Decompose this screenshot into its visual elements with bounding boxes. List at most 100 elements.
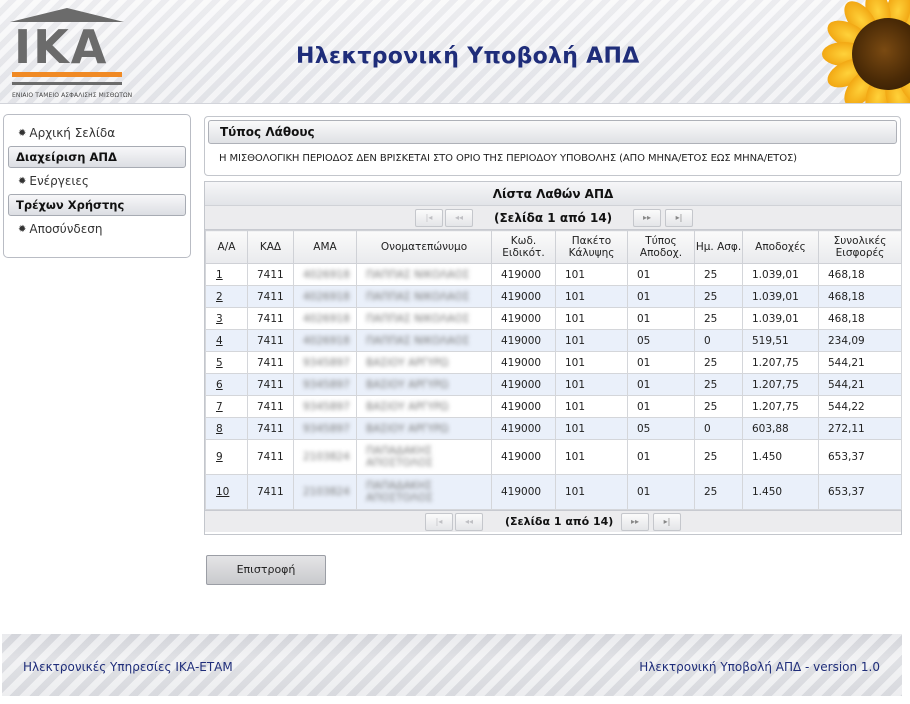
cell-value: 603,88 bbox=[752, 422, 789, 435]
logo-gray-bar bbox=[12, 82, 122, 85]
cell-kad: 7411 bbox=[247, 263, 294, 286]
row-number-cell: 10 bbox=[205, 474, 248, 510]
cell-value: ΒΑΣΙΟΥ ΑΡΓΥΡΩ bbox=[366, 378, 449, 391]
cell-value: 653,37 bbox=[828, 486, 865, 498]
cell-apodoxes: 1.207,75 bbox=[742, 373, 819, 396]
cell-value: ΒΑΣΙΟΥ ΑΡΓΥΡΩ bbox=[366, 400, 449, 413]
cell-eisfores: 544,21 bbox=[818, 373, 902, 396]
cell-value: 1.039,01 bbox=[752, 312, 799, 325]
cell-hm: 0 bbox=[694, 417, 743, 440]
row-detail-link[interactable]: 1 bbox=[216, 269, 223, 281]
cell-value: 7411 bbox=[257, 422, 284, 435]
cell-eisfores: 544,21 bbox=[818, 351, 902, 374]
row-detail-link[interactable]: 4 bbox=[216, 335, 223, 347]
cell-kad: 7411 bbox=[247, 439, 294, 475]
last-page-icon[interactable]: ▸| bbox=[665, 209, 693, 227]
cell-value: 419000 bbox=[501, 400, 542, 413]
sidebar-group-current-user: Τρέχων Χρήστης bbox=[8, 194, 186, 216]
cell-hm: 25 bbox=[694, 307, 743, 330]
cell-paketo: 101 bbox=[555, 285, 628, 308]
cell-eid: 419000 bbox=[491, 395, 556, 418]
cell-value: 101 bbox=[565, 268, 586, 281]
row-detail-link[interactable]: 10 bbox=[216, 486, 229, 498]
cell-value: 544,21 bbox=[828, 378, 865, 391]
cell-eid: 419000 bbox=[491, 373, 556, 396]
row-number-cell: 8 bbox=[205, 417, 248, 440]
sidebar-item-home[interactable]: ✹ Αρχική Σελίδα bbox=[8, 121, 186, 145]
sidebar-item-label: Αρχική Σελίδα bbox=[29, 126, 116, 140]
cell-value: 468,18 bbox=[828, 268, 865, 281]
row-detail-link[interactable]: 3 bbox=[216, 313, 223, 325]
cell-name: ΒΑΣΙΟΥ ΑΡΓΥΡΩ bbox=[356, 373, 492, 396]
cell-value: 653,37 bbox=[828, 451, 865, 463]
cell-value: 419000 bbox=[501, 290, 542, 303]
cell-value: 9345897 bbox=[303, 422, 350, 435]
cell-hm: 0 bbox=[694, 329, 743, 352]
cell-value: 101 bbox=[565, 422, 586, 435]
first-page-icon[interactable]: |◂ bbox=[415, 209, 443, 227]
cell-ama: 4026918 bbox=[293, 263, 357, 286]
cell-value: 7411 bbox=[257, 312, 284, 325]
cell-value: 272,11 bbox=[828, 422, 865, 435]
row-number-cell: 5 bbox=[205, 351, 248, 374]
cell-eid: 419000 bbox=[491, 285, 556, 308]
first-page-icon[interactable]: |◂ bbox=[425, 513, 453, 531]
sidebar-item-label: Ενέργειες bbox=[29, 174, 89, 188]
column-header: Κωδ. Ειδικότ. bbox=[491, 230, 556, 264]
cell-value: ΠΑΠΠΑΣ ΝΙΚΟΛΑΟΣ bbox=[366, 268, 470, 281]
cell-ama: 9345897 bbox=[293, 395, 357, 418]
row-detail-link[interactable]: 9 bbox=[216, 451, 223, 463]
prev-page-icon[interactable]: ◂◂ bbox=[445, 209, 473, 227]
cell-apodoxes: 1.450 bbox=[742, 439, 819, 475]
cell-eid: 419000 bbox=[491, 417, 556, 440]
cell-apodoxes: 603,88 bbox=[742, 417, 819, 440]
ika-logo: IKA ΕΝΙΑΙΟ ΤΑΜΕΙΟ ΑΣΦΑΛΙΣΗΣ ΜΙΣΘΩΤΩΝ bbox=[8, 8, 132, 103]
sidebar-item-actions[interactable]: ✹ Ενέργειες bbox=[8, 169, 186, 193]
last-page-icon[interactable]: ▸| bbox=[653, 513, 681, 531]
sidebar-item-logout[interactable]: ✹ Αποσύνδεση bbox=[8, 217, 186, 241]
row-detail-link[interactable]: 7 bbox=[216, 401, 223, 413]
cell-value: 01 bbox=[637, 290, 651, 303]
cell-value: 7411 bbox=[257, 356, 284, 369]
cell-name: ΠΑΠΠΑΣ ΝΙΚΟΛΑΟΣ bbox=[356, 285, 492, 308]
table-header-row: Α/Α ΚΑΔ ΑΜΑ Ονοματεπώνυμο Κωδ. Ειδικότ. Πακέτ… bbox=[205, 230, 902, 264]
cell-kad: 7411 bbox=[247, 329, 294, 352]
column-header: Πακέτο Κάλυψης bbox=[555, 230, 628, 264]
cell-value: 1.450 bbox=[752, 486, 783, 498]
cell-paketo: 101 bbox=[555, 351, 628, 374]
footer-services-link[interactable]: Ηλεκτρονικές Υπηρεσίες ΙΚΑ-ΕΤΑΜ bbox=[23, 660, 233, 674]
row-detail-link[interactable]: 6 bbox=[216, 379, 223, 391]
logo-text: IKA bbox=[14, 20, 109, 74]
gear-icon: ✹ bbox=[18, 127, 27, 139]
cell-typos: 01 bbox=[627, 439, 695, 475]
cell-value: 9345897 bbox=[303, 356, 350, 369]
row-detail-link[interactable]: 5 bbox=[216, 357, 223, 369]
cell-value: 419000 bbox=[501, 378, 542, 391]
cell-value: 4026918 bbox=[303, 268, 350, 281]
cell-eid: 419000 bbox=[491, 263, 556, 286]
cell-value: 25 bbox=[704, 312, 718, 325]
cell-value: 01 bbox=[637, 486, 651, 498]
cell-name: ΠΑΠΠΑΣ ΝΙΚΟΛΑΟΣ bbox=[356, 307, 492, 330]
cell-paketo: 101 bbox=[555, 417, 628, 440]
table-row: 6 7411 9345897 ΒΑΣΙΟΥ ΑΡΓΥΡΩ 419000 101 01 25 1.… bbox=[205, 373, 902, 396]
row-detail-link[interactable]: 8 bbox=[216, 423, 223, 435]
cell-value: 544,21 bbox=[828, 356, 865, 369]
cell-name: ΒΑΣΙΟΥ ΑΡΓΥΡΩ bbox=[356, 417, 492, 440]
sidebar-group-apd: Διαχείριση ΑΠΔ bbox=[8, 146, 186, 168]
cell-value: 7411 bbox=[257, 334, 284, 347]
next-page-icon[interactable]: ▸▸ bbox=[621, 513, 649, 531]
error-list-panel: Λίστα Λαθών ΑΠΔ |◂ ◂◂ (Σελίδα 1 από 14) … bbox=[204, 181, 902, 535]
cell-value: 1.039,01 bbox=[752, 268, 799, 281]
cell-typos: 01 bbox=[627, 285, 695, 308]
cell-value: 419000 bbox=[501, 268, 542, 281]
logo-orange-bar bbox=[12, 72, 122, 77]
row-detail-link[interactable]: 2 bbox=[216, 291, 223, 303]
error-list-title: Λίστα Λαθών ΑΠΔ bbox=[205, 182, 901, 206]
cell-ama: 9345897 bbox=[293, 373, 357, 396]
cell-paketo: 101 bbox=[555, 329, 628, 352]
next-page-icon[interactable]: ▸▸ bbox=[633, 209, 661, 227]
return-button[interactable]: Επιστροφή bbox=[206, 555, 326, 585]
cell-kad: 7411 bbox=[247, 351, 294, 374]
prev-page-icon[interactable]: ◂◂ bbox=[455, 513, 483, 531]
